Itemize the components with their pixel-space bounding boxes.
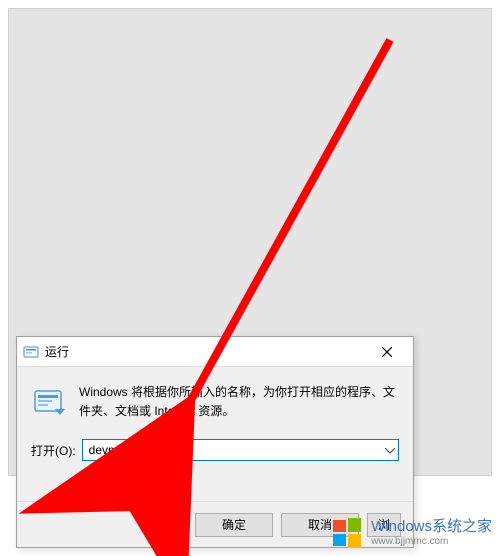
- ok-button[interactable]: 确定: [195, 513, 273, 537]
- close-button[interactable]: [367, 338, 407, 366]
- command-combobox[interactable]: [82, 439, 399, 461]
- close-icon: [382, 347, 392, 357]
- run-program-icon: [31, 385, 67, 421]
- open-label: 打开(O):: [31, 442, 76, 459]
- run-title-icon: [23, 344, 39, 360]
- dialog-body: Windows 将根据你所输入的名称，为你打开相应的程序、文件夹、文档或 Int…: [17, 367, 413, 501]
- watermark-text: Windows系统之家 www.bjjmmc.com: [371, 519, 492, 547]
- watermark-main: Windows系统之家: [371, 519, 492, 536]
- input-row: 打开(O):: [31, 439, 399, 461]
- titlebar: 运行: [17, 337, 413, 367]
- description-row: Windows 将根据你所输入的名称，为你打开相应的程序、文件夹、文档或 Int…: [31, 383, 399, 421]
- windows-logo-icon: [331, 516, 365, 550]
- watermark-sub: www.bjjmmc.com: [371, 536, 492, 547]
- watermark: Windows系统之家 www.bjjmmc.com: [331, 516, 492, 550]
- dialog-title: 运行: [45, 343, 367, 360]
- command-input[interactable]: [82, 439, 399, 461]
- description-text: Windows 将根据你所输入的名称，为你打开相应的程序、文件夹、文档或 Int…: [79, 383, 399, 421]
